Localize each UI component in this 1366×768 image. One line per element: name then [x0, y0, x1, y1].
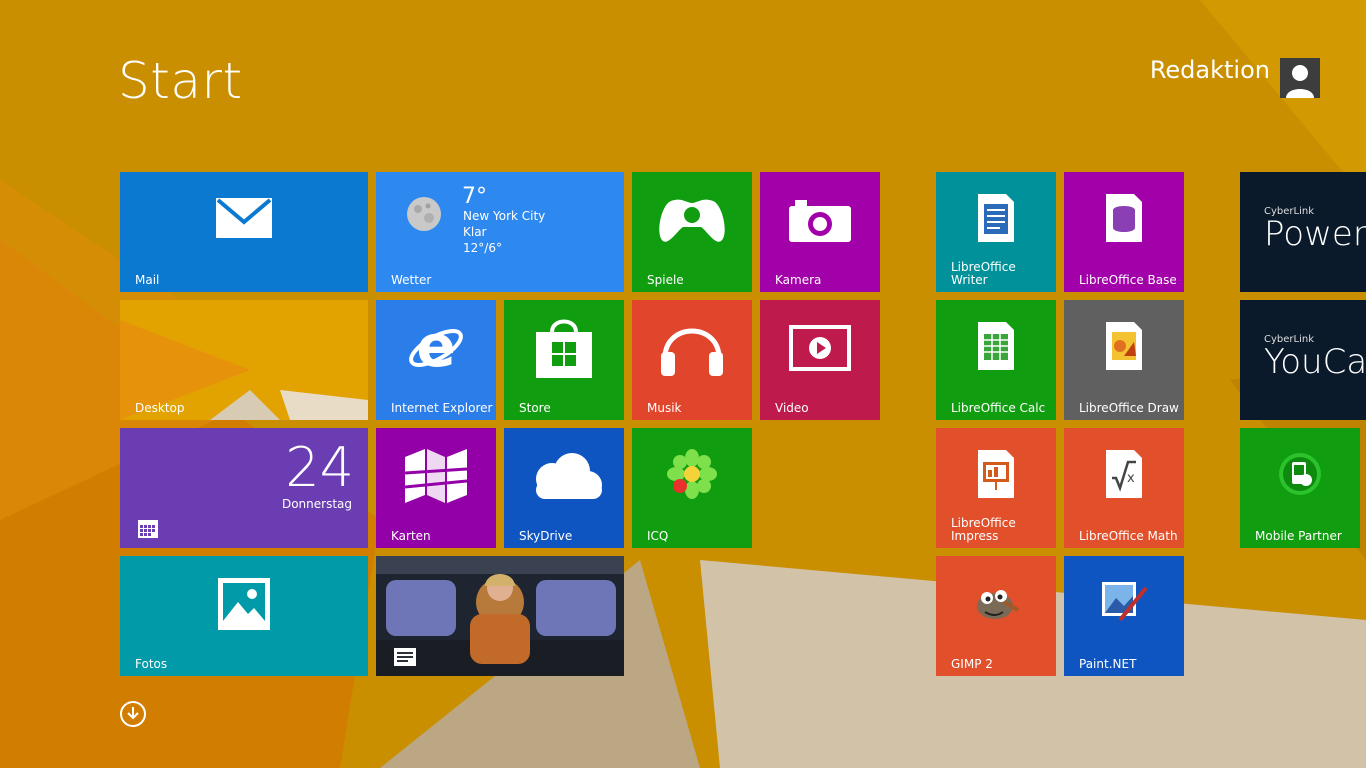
tile-label: LibreOffice Calc — [951, 401, 1046, 415]
tile-label: Kamera — [775, 273, 822, 287]
tile-store[interactable]: Store — [504, 300, 624, 420]
controller-icon — [657, 197, 727, 247]
user-account[interactable]: Redaktion — [1149, 56, 1320, 98]
libreoffice-base-icon — [1104, 194, 1144, 246]
tile-gimp[interactable]: GIMP 2 — [936, 556, 1056, 676]
weather-temperature: 7° — [462, 184, 487, 209]
cloud-icon — [524, 451, 604, 505]
tile-label: LibreOffice Impress — [951, 516, 1016, 543]
tile-label: Spiele — [647, 273, 684, 287]
tile-photos[interactable]: Fotos — [120, 556, 368, 676]
gimp-icon — [971, 582, 1021, 626]
tile-label: Desktop — [135, 401, 185, 415]
tile-label: Internet Explorer — [391, 401, 493, 415]
libreoffice-calc-icon — [976, 322, 1016, 374]
libreoffice-writer-icon — [976, 194, 1016, 246]
map-icon — [404, 449, 468, 507]
svg-text:x: x — [1127, 471, 1135, 486]
tile-label: Wetter — [391, 273, 432, 287]
envelope-icon — [216, 198, 272, 242]
camera-icon — [789, 198, 851, 246]
tile-maps[interactable]: Karten — [376, 428, 496, 548]
all-apps-button[interactable] — [120, 701, 146, 727]
tile-camera[interactable]: Kamera — [760, 172, 880, 292]
picture-icon — [218, 578, 270, 634]
tile-news[interactable] — [376, 556, 624, 676]
headphones-icon — [659, 318, 725, 382]
tile-cyberlink-youcam[interactable]: CyberLink YouCa — [1240, 300, 1366, 420]
tile-label: LibreOffice Base — [1079, 273, 1177, 287]
tile-label: Store — [519, 401, 551, 415]
cyberlink-product: YouCa — [1264, 342, 1366, 382]
user-silhouette-icon — [1280, 58, 1320, 98]
internet-explorer-icon: e — [406, 312, 466, 382]
libreoffice-impress-icon — [976, 450, 1016, 502]
tile-mail[interactable]: Mail — [120, 172, 368, 292]
news-icon — [394, 648, 416, 670]
tile-label: SkyDrive — [519, 529, 573, 543]
calendar-icon — [138, 520, 158, 542]
libreoffice-draw-icon — [1104, 322, 1144, 374]
user-name: Redaktion — [1149, 56, 1270, 84]
weather-range: 12°/6° — [463, 241, 502, 255]
arrow-down-circle-icon — [127, 705, 139, 724]
tile-label: Mail — [135, 273, 160, 287]
mobile-partner-icon — [1278, 452, 1322, 500]
weather-condition: Klar — [463, 225, 487, 239]
tile-paintnet[interactable]: Paint.NET — [1064, 556, 1184, 676]
tile-label: Karten — [391, 529, 431, 543]
tile-music[interactable]: Musik — [632, 300, 752, 420]
tile-desktop[interactable]: Desktop — [120, 300, 368, 420]
tile-skydrive[interactable]: SkyDrive — [504, 428, 624, 548]
tile-libreoffice-base[interactable]: LibreOffice Base — [1064, 172, 1184, 292]
tile-label: GIMP 2 — [951, 657, 993, 671]
tile-label: Video — [775, 401, 809, 415]
moon-icon — [406, 196, 442, 236]
weather-city: New York City — [463, 209, 546, 223]
tile-mobile-partner[interactable]: Mobile Partner — [1240, 428, 1360, 548]
tile-label: Fotos — [135, 657, 168, 671]
tile-internet-explorer[interactable]: e Internet Explorer — [376, 300, 496, 420]
icq-flower-icon — [667, 449, 717, 503]
paintnet-icon — [1100, 580, 1148, 628]
tile-label: ICQ — [647, 529, 669, 543]
tile-label: LibreOffice Writer — [951, 260, 1016, 287]
page-title: Start — [118, 52, 243, 110]
video-play-icon — [789, 325, 851, 375]
tile-libreoffice-calc[interactable]: LibreOffice Calc — [936, 300, 1056, 420]
tile-label: LibreOffice Math — [1079, 529, 1178, 543]
tile-libreoffice-draw[interactable]: LibreOffice Draw — [1064, 300, 1184, 420]
calendar-day: 24 — [285, 436, 354, 499]
tile-label: Musik — [647, 401, 682, 415]
libreoffice-math-icon: x — [1104, 450, 1144, 502]
calendar-weekday: Donnerstag — [281, 497, 352, 511]
tile-cyberlink-powerdvd[interactable]: CyberLink PowerD — [1240, 172, 1366, 292]
cyberlink-product: PowerD — [1264, 214, 1366, 254]
svg-text:e: e — [416, 318, 455, 378]
tile-weather[interactable]: 7° New York City Klar 12°/6° Wetter — [376, 172, 624, 292]
tile-calendar[interactable]: 24 Donnerstag — [120, 428, 368, 548]
tile-libreoffice-writer[interactable]: LibreOffice Writer — [936, 172, 1056, 292]
tile-icq[interactable]: ICQ — [632, 428, 752, 548]
tile-video[interactable]: Video — [760, 300, 880, 420]
tile-libreoffice-impress[interactable]: LibreOffice Impress — [936, 428, 1056, 548]
tile-libreoffice-math[interactable]: x LibreOffice Math — [1064, 428, 1184, 548]
tile-label: LibreOffice Draw — [1079, 401, 1179, 415]
tile-label: Mobile Partner — [1255, 529, 1342, 543]
tile-label: Paint.NET — [1079, 657, 1137, 671]
tile-games[interactable]: Spiele — [632, 172, 752, 292]
store-bag-icon — [536, 318, 592, 382]
